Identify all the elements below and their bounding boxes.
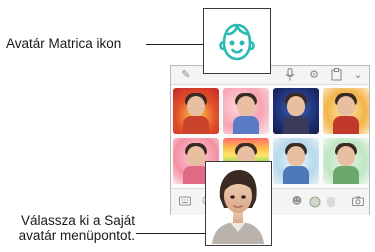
- microphone-icon[interactable]: [283, 67, 297, 82]
- callout-line-2: avatár menüpontot.: [18, 228, 135, 243]
- sticker-surprise-red[interactable]: [323, 88, 369, 134]
- sticker-snow[interactable]: [273, 138, 319, 184]
- callout-select-own-avatar: Válassza ki a Saját avatár menüpontot.: [0, 213, 135, 243]
- camera-icon[interactable]: [352, 196, 364, 208]
- settings-icon[interactable]: ⚙: [307, 68, 321, 82]
- leader-line-bottom: [136, 233, 205, 234]
- handwriting-icon[interactable]: ✎: [179, 68, 193, 82]
- collapse-chevron-icon[interactable]: ⌄: [351, 68, 365, 82]
- sticker-fire[interactable]: [173, 88, 219, 134]
- avatar-sticker-icon: [219, 23, 255, 61]
- own-avatar-menu-item[interactable]: [205, 161, 272, 246]
- own-avatar-image: [212, 170, 264, 244]
- keyboard-icon[interactable]: [179, 196, 191, 208]
- sticker-pack-icon[interactable]: [309, 196, 321, 208]
- callout-avatar-sticker-icon: Avatár Matrica ikon: [6, 36, 122, 51]
- callout-line-1: Válassza ki a Saját: [20, 213, 135, 228]
- avatar-sticker-tab[interactable]: [203, 8, 271, 74]
- sticker-night-sky[interactable]: [273, 88, 319, 134]
- avatar-thumb-icon[interactable]: ☻: [291, 196, 303, 208]
- sticker-peace[interactable]: [323, 138, 369, 184]
- sticker-heart-pink[interactable]: [223, 88, 269, 134]
- sticker-pack-icon-2[interactable]: [325, 196, 337, 208]
- clipboard-icon[interactable]: [329, 68, 343, 82]
- leader-line-top: [146, 44, 203, 45]
